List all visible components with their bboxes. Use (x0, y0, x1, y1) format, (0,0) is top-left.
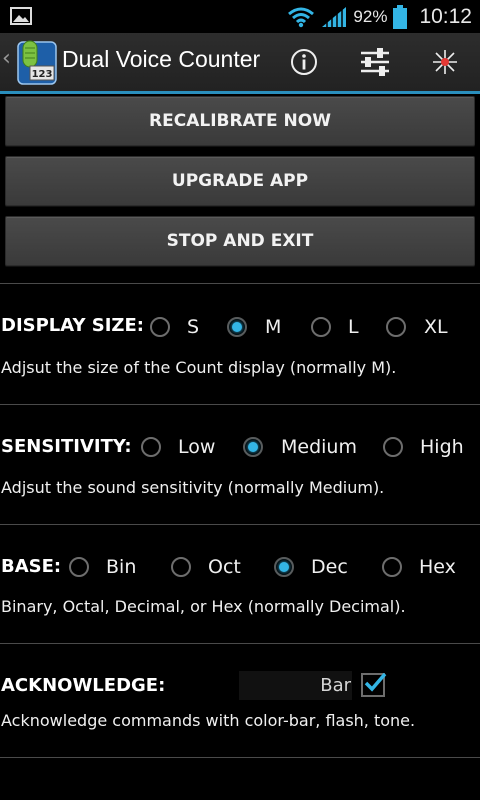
app-title: Dual Voice Counter (62, 46, 261, 72)
radio-label: S (187, 316, 200, 338)
radio-label: XL (424, 316, 448, 338)
display-size-description: Adjsut the size of the Count display (no… (1, 358, 397, 377)
checkmark-icon (364, 672, 387, 692)
display-size-label: DISPLAY SIZE: (1, 315, 144, 336)
sensitivity-label: SENSITIVITY: (1, 436, 132, 457)
settings-sliders-icon (361, 48, 389, 76)
signal-icon (322, 5, 347, 28)
battery-icon (393, 4, 408, 29)
acknowledge-checkbox[interactable] (361, 672, 387, 697)
clock-time: 10:12 (419, 4, 472, 28)
divider (0, 283, 480, 284)
radio-button[interactable] (274, 557, 294, 577)
radio-label: Bin (106, 556, 137, 578)
wifi-icon (288, 7, 315, 27)
battery-percent: 92% (353, 6, 388, 26)
radio-button[interactable] (311, 317, 331, 337)
radio-label: L (348, 316, 359, 338)
radio-button[interactable] (386, 317, 406, 337)
divider (0, 404, 480, 405)
acknowledge-field[interactable]: Bar (239, 671, 352, 700)
app-icon[interactable]: 123 (14, 38, 58, 86)
acknowledge-label: ACKNOWLEDGE: (1, 675, 166, 696)
radio-button[interactable] (243, 437, 263, 457)
sensitivity-description: Adjsut the sound sensitivity (normally M… (1, 478, 385, 497)
recalibrate-button[interactable]: RECALIBRATE NOW (5, 96, 475, 146)
flash-button[interactable] (425, 43, 465, 81)
stop-exit-button[interactable]: STOP AND EXIT (5, 216, 475, 266)
radio-button[interactable] (382, 557, 402, 577)
radio-label: Oct (208, 556, 241, 578)
radio-button[interactable] (141, 437, 161, 457)
radio-label: Low (178, 436, 216, 458)
up-caret-icon[interactable]: ‹ (2, 46, 11, 71)
divider (0, 643, 480, 644)
info-icon (291, 49, 317, 75)
radio-label: M (265, 316, 282, 338)
radio-label: Medium (281, 436, 357, 458)
radio-button[interactable] (150, 317, 170, 337)
info-button[interactable] (284, 43, 324, 81)
flash-icon (433, 50, 457, 74)
settings-button[interactable] (355, 43, 395, 81)
base-description: Binary, Octal, Decimal, or Hex (normally… (1, 597, 406, 616)
action-bar: ‹ 123 Dual Voice Counter (0, 33, 480, 94)
radio-button[interactable] (171, 557, 191, 577)
settings-content: RECALIBRATE NOW UPGRADE APP STOP AND EXI… (0, 94, 480, 800)
status-bar: 92% 10:12 (0, 0, 480, 33)
svg-text:123: 123 (32, 69, 53, 80)
radio-button[interactable] (383, 437, 403, 457)
upgrade-button[interactable]: UPGRADE APP (5, 156, 475, 206)
radio-label: High (420, 436, 464, 458)
radio-label: Hex (419, 556, 456, 578)
divider (0, 757, 480, 758)
acknowledge-description: Acknowledge commands with color-bar, fla… (1, 711, 416, 730)
picture-icon (10, 7, 32, 25)
acknowledge-field-value: Bar (320, 675, 351, 696)
radio-label: Dec (311, 556, 348, 578)
divider (0, 524, 480, 525)
radio-button[interactable] (69, 557, 89, 577)
radio-button[interactable] (227, 317, 247, 337)
base-label: BASE: (1, 556, 62, 577)
